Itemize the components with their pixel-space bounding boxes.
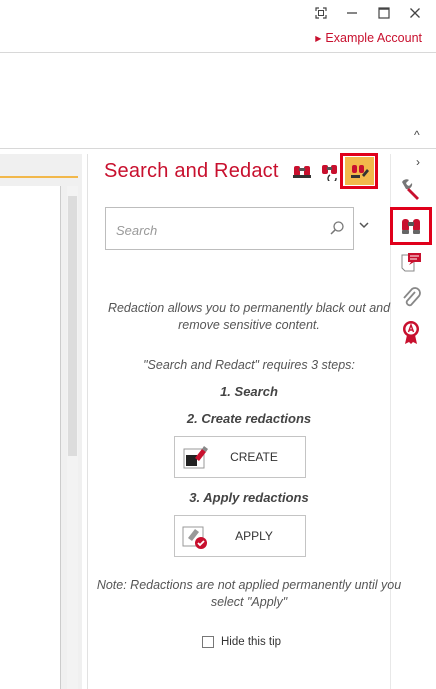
restore-icon[interactable] — [311, 4, 331, 22]
redaction-intro-text: Redaction allows you to permanently blac… — [107, 301, 391, 332]
panel-title: Search and Redact — [104, 160, 279, 182]
collapse-ribbon-icon[interactable]: ^ — [414, 128, 420, 142]
steps-heading: "Search and Redact" requires 3 steps: — [143, 358, 355, 372]
ribbon-bottom-border — [0, 148, 436, 149]
minimize-icon[interactable] — [342, 4, 362, 22]
panel-divider — [87, 154, 88, 689]
apply-redaction-icon — [175, 516, 215, 556]
create-redactions-button[interactable]: CREATE — [174, 436, 306, 478]
search-icon[interactable] — [329, 220, 345, 241]
maximize-icon[interactable] — [374, 4, 394, 22]
create-button-label: CREATE — [230, 450, 278, 464]
create-redaction-icon — [175, 437, 215, 477]
document-scrollbar-thumb[interactable] — [68, 196, 77, 456]
account-link[interactable]: ▶ Example Account — [315, 31, 422, 45]
redaction-note: Note: Redactions are not applied permane… — [96, 578, 402, 609]
chevron-right-icon[interactable]: › — [416, 155, 420, 169]
search-options-dropdown[interactable] — [359, 220, 369, 232]
hide-tip-option[interactable]: Hide this tip — [202, 636, 281, 648]
search-redact-icon[interactable] — [289, 159, 315, 185]
wrench-icon[interactable] — [398, 176, 424, 202]
apply-redactions-button[interactable]: APPLY — [174, 515, 306, 557]
step-apply-redactions: 3. Apply redactions — [189, 490, 309, 505]
attachment-icon[interactable] — [398, 285, 424, 311]
ribbon-top-border — [0, 52, 436, 53]
close-icon[interactable] — [405, 4, 425, 22]
caret-right-icon: ▶ — [315, 33, 322, 43]
binoculars-highlight — [390, 207, 432, 245]
step-create-redactions: 2. Create redactions — [186, 411, 312, 426]
mark-redaction-highlight — [340, 153, 378, 189]
search-box[interactable] — [105, 207, 354, 250]
comment-icon[interactable] — [398, 250, 424, 276]
hide-tip-label: Hide this tip — [221, 636, 282, 648]
document-tab-indicator — [0, 176, 78, 178]
certificate-icon[interactable] — [398, 319, 424, 345]
step-search: 1. Search — [220, 384, 278, 399]
apply-button-label: APPLY — [235, 529, 273, 543]
document-page[interactable] — [0, 186, 61, 689]
search-input[interactable] — [114, 219, 318, 241]
account-label: Example Account — [325, 31, 422, 45]
hide-tip-checkbox[interactable] — [202, 636, 214, 648]
